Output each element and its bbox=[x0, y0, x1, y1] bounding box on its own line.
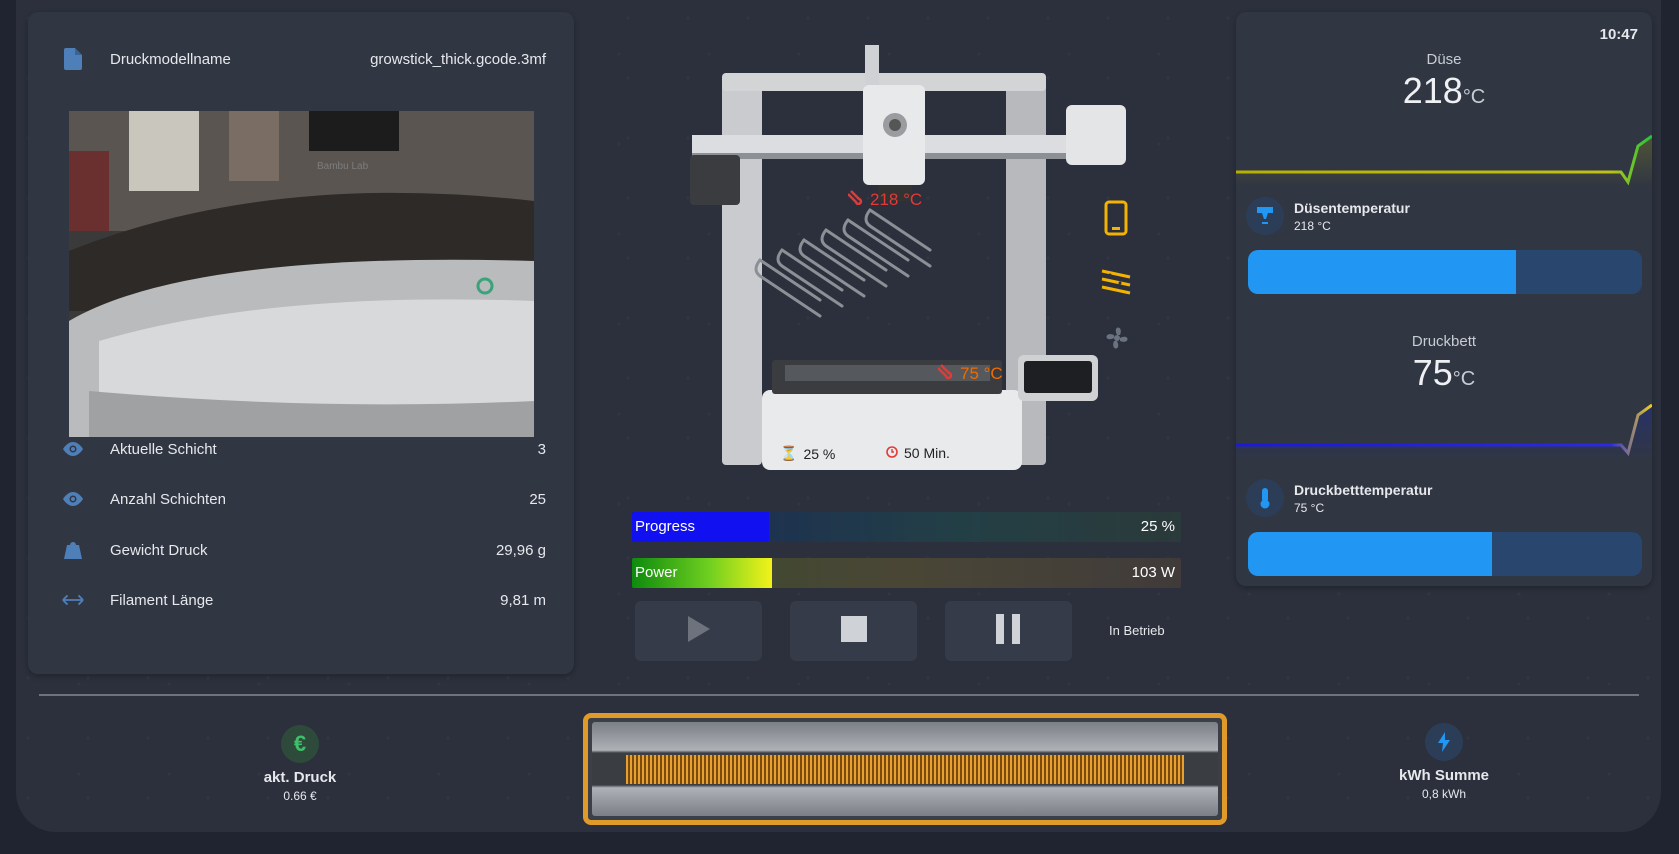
print-weight-label: Gewicht Druck bbox=[110, 541, 208, 559]
nozzle-temp-bar bbox=[1248, 250, 1642, 294]
bed-graph-unit: °C bbox=[1452, 368, 1476, 390]
power-value: 103 W bbox=[1131, 564, 1175, 581]
nozzle-graph-value: 218°C bbox=[1236, 70, 1652, 112]
nozzle-entity[interactable]: Düsentemperatur 218 °C bbox=[1246, 197, 1410, 235]
hourglass-icon: ⏳ bbox=[780, 445, 798, 461]
filament-length-row[interactable]: Filament Länge 9,81 m bbox=[62, 585, 546, 615]
bed-temp-overlay-value: 75 °C bbox=[960, 363, 1003, 383]
stop-icon bbox=[840, 615, 867, 647]
bed-history-graph[interactable] bbox=[1236, 397, 1652, 462]
nozzle-temp-bar-fill bbox=[1248, 250, 1516, 294]
clock-icon bbox=[886, 445, 898, 461]
stop-button[interactable] bbox=[790, 601, 917, 661]
thermometer-icon bbox=[937, 363, 954, 384]
bed-temp-bar bbox=[1248, 532, 1642, 576]
power-label: Power bbox=[635, 564, 678, 581]
total-layers-value: 25 bbox=[529, 490, 546, 508]
filament-preview bbox=[583, 713, 1227, 825]
nozzle-graph-number: 218 bbox=[1402, 70, 1463, 111]
camera-feed[interactable]: Bambu Lab bbox=[69, 111, 534, 437]
progress-small: ⏳ 25 % bbox=[780, 445, 835, 462]
bed-entity-name: Druckbetttemperatur bbox=[1294, 481, 1433, 498]
nozzle-entity-value: 218 °C bbox=[1294, 218, 1331, 233]
nozzle-temp-overlay-value: 218 °C bbox=[870, 189, 923, 209]
filament-strip bbox=[626, 755, 1184, 784]
model-name-label: Druckmodellname bbox=[110, 50, 231, 68]
clock-time: 10:47 bbox=[1599, 26, 1638, 43]
camera-overlay-brand: Bambu Lab bbox=[317, 161, 369, 172]
total-layers-row[interactable]: Anzahl Schichten 25 bbox=[62, 484, 546, 514]
pause-icon bbox=[995, 613, 1022, 649]
bed-graph-number: 75 bbox=[1412, 352, 1453, 393]
energy-value: 0,8 kWh bbox=[1421, 787, 1466, 801]
time-remaining: 50 Min. bbox=[886, 445, 950, 461]
current-layer-value: 3 bbox=[537, 440, 546, 458]
nozzle-icon bbox=[1246, 197, 1284, 235]
print-info-card: Druckmodellname growstick_thick.gcode.3m… bbox=[28, 12, 574, 674]
lightning-icon bbox=[1425, 723, 1463, 761]
nozzle-entity-name: Düsentemperatur bbox=[1294, 199, 1410, 216]
printer-status: In Betrieb bbox=[1109, 623, 1165, 638]
progress-small-value: 25 % bbox=[803, 445, 836, 462]
nozzle-temp-overlay[interactable]: 218 °C bbox=[847, 189, 923, 210]
euro-icon: € bbox=[281, 725, 319, 763]
fan-icon[interactable] bbox=[1102, 323, 1132, 358]
bed-heating-icon[interactable] bbox=[1100, 265, 1132, 300]
progress-value: 25 % bbox=[1140, 518, 1175, 535]
weight-icon bbox=[62, 539, 84, 561]
thermometer-icon bbox=[1246, 479, 1284, 517]
cost-stat[interactable]: € akt. Druck 0.66 € bbox=[220, 725, 380, 803]
bed-graph-title: Druckbett bbox=[1411, 333, 1477, 350]
progress-label: Progress bbox=[635, 518, 696, 535]
nozzle-graph-title: Düse bbox=[1426, 51, 1462, 68]
eye-icon bbox=[62, 488, 84, 510]
bed-entity-value: 75 °C bbox=[1294, 500, 1325, 515]
play-button[interactable] bbox=[635, 601, 762, 661]
pause-button[interactable] bbox=[945, 601, 1072, 661]
time-remaining-value: 50 Min. bbox=[904, 445, 950, 461]
current-layer-label: Aktuelle Schicht bbox=[110, 440, 217, 458]
model-name-value: growstick_thick.gcode.3mf bbox=[370, 50, 546, 68]
cost-label: akt. Druck bbox=[263, 769, 337, 786]
current-layer-row[interactable]: Aktuelle Schicht 3 bbox=[62, 434, 546, 464]
filament-length-value: 9,81 m bbox=[500, 591, 546, 609]
temperatures-card: 10:47 Düse 218°C Düsentemperatur 218 °C … bbox=[1236, 12, 1652, 586]
eye-icon bbox=[62, 438, 84, 460]
thermometer-icon bbox=[847, 189, 864, 210]
divider bbox=[39, 694, 1639, 696]
nozzle-graph-unit: °C bbox=[1462, 86, 1486, 108]
print-weight-row[interactable]: Gewicht Druck 29,96 g bbox=[62, 535, 546, 565]
filament-length-label: Filament Länge bbox=[110, 591, 214, 609]
energy-label: kWh Summe bbox=[1398, 767, 1489, 784]
play-icon bbox=[686, 614, 712, 649]
arrows-horizontal-icon bbox=[62, 589, 84, 611]
power-bar: Power 103 W bbox=[632, 558, 1181, 588]
print-weight-value: 29,96 g bbox=[495, 541, 546, 559]
nozzle-history-graph[interactable] bbox=[1236, 122, 1652, 187]
cost-value: 0.66 € bbox=[283, 789, 317, 803]
file-icon bbox=[62, 48, 84, 70]
bed-graph-value: 75°C bbox=[1236, 352, 1652, 394]
progress-bar: Progress 25 % bbox=[632, 512, 1181, 542]
phone-icon[interactable] bbox=[1104, 200, 1128, 241]
energy-stat[interactable]: kWh Summe 0,8 kWh bbox=[1364, 723, 1524, 801]
total-layers-label: Anzahl Schichten bbox=[110, 490, 226, 508]
bed-temp-overlay[interactable]: 75 °C bbox=[937, 363, 1003, 384]
model-name-row[interactable]: Druckmodellname growstick_thick.gcode.3m… bbox=[62, 44, 546, 74]
bed-entity[interactable]: Druckbetttemperatur 75 °C bbox=[1246, 479, 1432, 517]
printer-illustration: 218 °C 75 °C ⏳ 25 % 50 Min. bbox=[610, 35, 1220, 495]
bed-temp-bar-fill bbox=[1248, 532, 1493, 576]
